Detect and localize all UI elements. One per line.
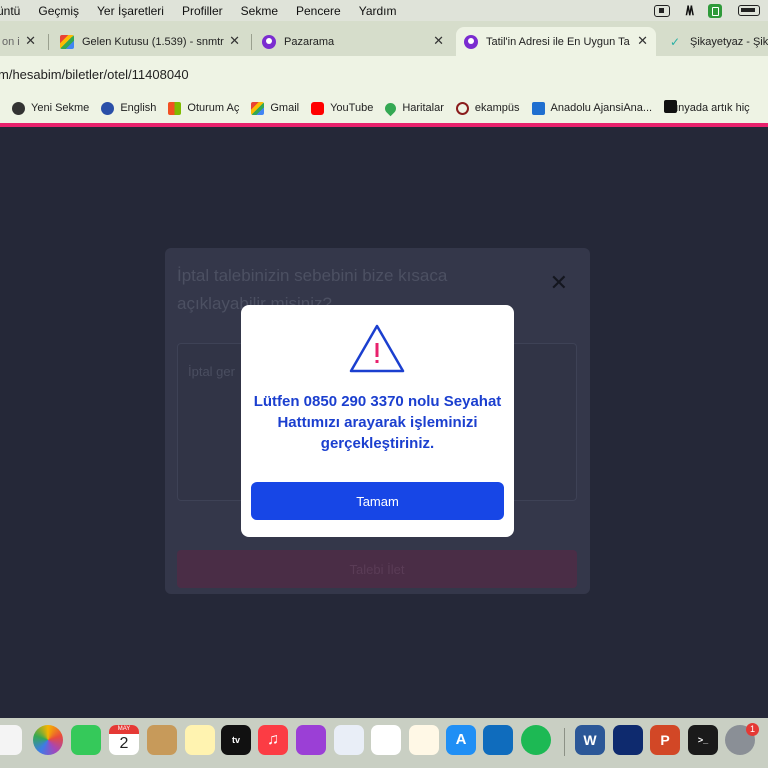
bookmark-youtube[interactable]: YouTube — [311, 101, 374, 115]
close-icon[interactable]: ✕ — [229, 33, 240, 49]
youtube-icon — [311, 101, 325, 115]
pages-icon[interactable] — [409, 725, 439, 755]
contacts-icon[interactable] — [147, 725, 177, 755]
miro-icon[interactable]: /\/\ — [686, 3, 695, 18]
tab-label: Şikayetyaz - Şika — [690, 35, 768, 48]
notification-badge: 1 — [746, 723, 759, 736]
close-icon[interactable]: ✕ — [550, 272, 568, 294]
tab-partial[interactable]: on i ✕ — [0, 27, 44, 56]
tab-label: Tatil'in Adresi ile En Uygun Ta — [486, 35, 630, 48]
sikayetyaz-icon: ✓ — [669, 34, 681, 49]
menu-tab[interactable]: Sekme — [241, 4, 278, 18]
tatil-icon — [464, 34, 478, 49]
terminal-icon[interactable]: >_ — [688, 725, 718, 755]
calendar-day: 2 — [119, 735, 129, 752]
facetime-icon[interactable] — [71, 725, 101, 755]
photos-icon[interactable] — [33, 725, 63, 755]
dock-divider — [564, 728, 565, 756]
bookmark-yeni-sekme[interactable]: Yeni Sekme — [12, 101, 90, 115]
screen-record-icon[interactable] — [653, 4, 670, 17]
bookmark-label: Gmail — [270, 102, 300, 114]
bookmark-label: YouTube — [330, 102, 374, 114]
dock: MAY 2 tv ♫ A W P >_ — [0, 718, 768, 768]
microsoft-icon — [168, 101, 182, 115]
ekampus-icon — [455, 101, 469, 115]
bookmarks-bar: Yeni Sekme English Oturum Aç Gmail YouTu… — [0, 93, 768, 123]
bookmark-anadolu-ajansi[interactable]: Anadolu AjansiAna... — [531, 101, 653, 115]
tab-sikayetyaz[interactable]: ✓ Şikayetyaz - Şika — [660, 27, 768, 56]
apple-tv-icon[interactable]: tv — [221, 725, 251, 755]
bookmark-oturum-ac[interactable]: Oturum Aç — [168, 101, 240, 115]
podcasts-icon[interactable] — [296, 725, 326, 755]
bookmark-haritalar[interactable]: Haritalar — [383, 100, 444, 116]
menu-view[interactable]: üntü — [0, 4, 20, 18]
menu-bookmarks[interactable]: Yer İşaretleri — [97, 4, 164, 18]
menubar: üntü Geçmiş Yer İşaretleri Profiller Sek… — [0, 0, 768, 21]
outlook-icon[interactable] — [483, 725, 513, 755]
warning-triangle-icon — [349, 324, 405, 373]
app-store-icon[interactable]: A — [446, 725, 476, 755]
tab-tatil-active[interactable]: Tatil'in Adresi ile En Uygun Ta ✕ — [456, 27, 656, 56]
teamviewer-icon[interactable] — [613, 725, 643, 755]
news-icon — [664, 100, 678, 113]
battery-icon[interactable] — [738, 5, 760, 16]
numbers-icon[interactable] — [371, 725, 401, 755]
menu-window[interactable]: Pencere — [296, 4, 341, 18]
notes-icon[interactable] — [185, 725, 215, 755]
powerpoint-icon[interactable]: P — [650, 725, 680, 755]
tab-bar: on i ✕ Gelen Kutusu (1.539) - snmtr ✕ Pa… — [0, 21, 768, 56]
status-tray: /\/\ — [653, 0, 760, 21]
gmail-icon — [60, 34, 74, 49]
url-field[interactable]: m/hesabim/biletler/otel/11408040 — [0, 67, 189, 82]
send-request-button[interactable]: Talebi İlet — [177, 550, 577, 588]
close-icon[interactable]: ✕ — [433, 33, 444, 49]
globe-icon — [101, 101, 115, 115]
alert-dialog: Lütfen 0850 290 3370 nolu Seyahat Hattım… — [241, 305, 514, 537]
spotify-icon[interactable] — [521, 725, 551, 755]
bookmark-ekampus[interactable]: ekampüs — [455, 101, 520, 115]
bookmark-english[interactable]: English — [101, 101, 157, 115]
tab-gmail[interactable]: Gelen Kutusu (1.539) - snmtr ✕ — [52, 27, 248, 56]
menu-profiles[interactable]: Profiller — [182, 4, 223, 18]
textarea-placeholder: İptal ger — [188, 364, 235, 379]
bookmark-gmail[interactable]: Gmail — [251, 101, 300, 115]
bookmark-dunyada[interactable]: Dünyada artık hiç — [664, 100, 750, 114]
tab-label: on i — [2, 35, 20, 48]
keynote-icon[interactable] — [334, 725, 364, 755]
bookmark-label: Yeni Sekme — [31, 102, 90, 114]
bookmark-label: English — [120, 102, 157, 114]
tab-pazarama[interactable]: Pazarama ✕ — [254, 27, 452, 56]
bookmark-label: ekampüs — [474, 102, 520, 114]
close-icon[interactable]: ✕ — [25, 33, 36, 49]
ok-button[interactable]: Tamam — [251, 482, 504, 520]
globe-icon — [12, 101, 25, 115]
tab-label: Gelen Kutusu (1.539) - snmtr — [82, 35, 224, 48]
calendar-icon[interactable]: MAY 2 — [109, 725, 139, 755]
reminders-icon[interactable] — [0, 725, 22, 755]
menu-history[interactable]: Geçmiş — [38, 4, 79, 18]
close-icon[interactable]: ✕ — [637, 33, 648, 49]
menu-help[interactable]: Yardım — [359, 4, 397, 18]
gmail-icon — [251, 101, 265, 115]
bookmark-label: Haritalar — [402, 102, 444, 114]
tab-label: Pazarama — [284, 35, 335, 48]
aa-icon — [531, 101, 545, 115]
alert-message: Lütfen 0850 290 3370 nolu Seyahat Hattım… — [253, 393, 502, 452]
pazarama-icon — [262, 34, 276, 49]
word-icon[interactable]: W — [575, 725, 605, 755]
bookmark-label: Anadolu AjansiAna... — [550, 102, 653, 114]
tab-separator — [48, 34, 49, 50]
address-bar: m/hesabim/biletler/otel/11408040 — [0, 56, 768, 93]
app-status-icon[interactable] — [708, 3, 722, 18]
maps-icon — [383, 100, 399, 116]
music-icon[interactable]: ♫ — [258, 725, 288, 755]
bookmark-label: Oturum Aç — [187, 102, 240, 114]
tab-separator — [251, 34, 252, 50]
